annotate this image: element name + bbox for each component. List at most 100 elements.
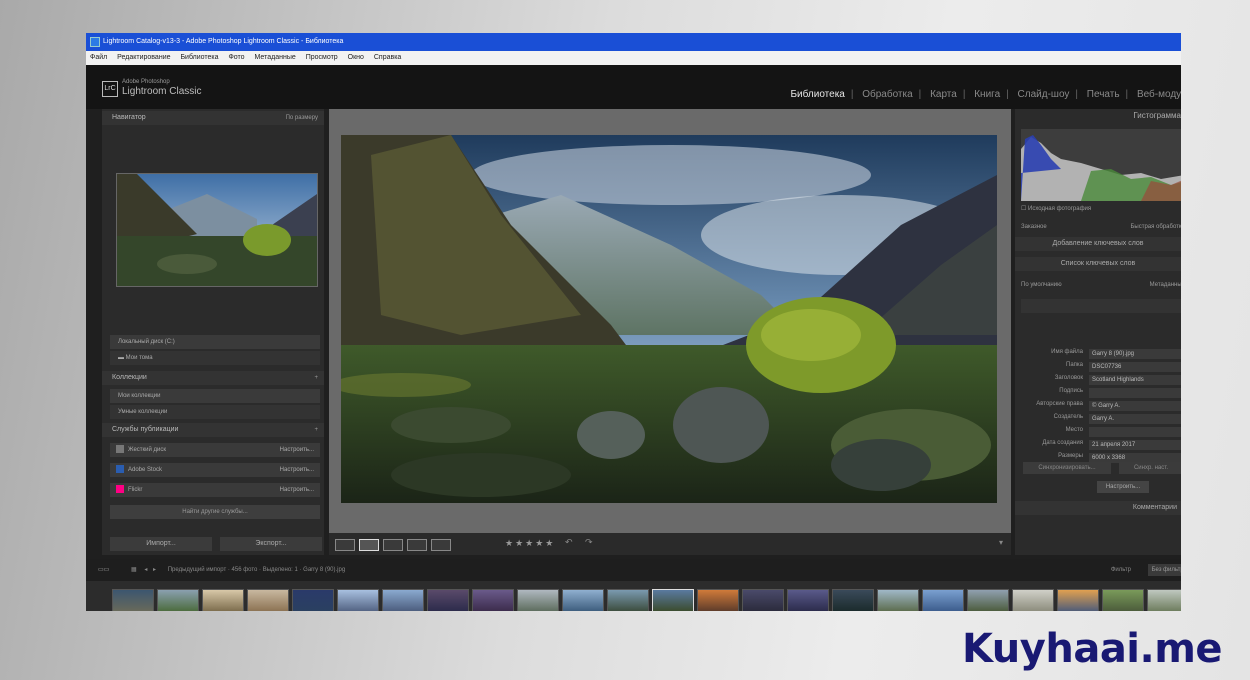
rotate-left-icon[interactable]: ↶: [565, 537, 573, 548]
service-setup[interactable]: Настроить...: [280, 483, 314, 497]
filmstrip-thumbnail[interactable]: [337, 589, 379, 611]
metadata-value[interactable]: Scotland Highlands: [1089, 375, 1181, 385]
filmstrip-source[interactable]: Предыдущий импорт · 456 фото · Выделено:…: [168, 567, 345, 573]
menu-file[interactable]: Файл: [90, 54, 107, 61]
filmstrip-thumbnail[interactable]: [1102, 589, 1144, 611]
rating-stars[interactable]: ★★★★★: [505, 538, 555, 549]
folder-volume-row[interactable]: Локальный диск (C:): [110, 335, 320, 349]
main-photo[interactable]: [341, 135, 997, 503]
grid-view-button[interactable]: [335, 539, 355, 551]
filmstrip-thumbnail[interactable]: [607, 589, 649, 611]
metadata-value[interactable]: Garry 8 (90).jpg: [1089, 349, 1181, 359]
menu-metadata[interactable]: Метаданные: [255, 54, 296, 61]
filmstrip-thumbnail[interactable]: [1012, 589, 1054, 611]
filmstrip-thumbnail[interactable]: [157, 589, 199, 611]
compare-view-button[interactable]: [383, 539, 403, 551]
metadata-row: Заголовок Scotland Highlands: [1021, 375, 1181, 388]
service-row-adobe-stock[interactable]: Adobe Stock Настроить...: [110, 463, 320, 477]
filmstrip-thumbnail[interactable]: [382, 589, 424, 611]
original-photo-toggle[interactable]: ☐ Исходная фотография: [1021, 203, 1181, 215]
quick-develop-row[interactable]: Заказное Быстрая обработка: [1021, 221, 1181, 233]
smart-collection-row[interactable]: Умные коллекции: [110, 405, 320, 419]
landscape-image: [341, 135, 997, 503]
toolbar-menu-chevron-icon[interactable]: ▾: [999, 538, 1003, 547]
publish-services-header[interactable]: Службы публикации +: [102, 423, 324, 437]
module-book[interactable]: Книга: [974, 89, 1000, 100]
menu-view[interactable]: Просмотр: [306, 54, 338, 61]
filmstrip-thumbnail[interactable]: [1147, 589, 1181, 611]
metadata-style-row[interactable]: [1021, 299, 1181, 313]
metadata-preset[interactable]: По умолчанию: [1021, 282, 1062, 288]
grid-icon[interactable]: ▦: [131, 567, 137, 573]
menu-library[interactable]: Библиотека: [180, 54, 218, 61]
metadata-value[interactable]: 21 апреля 2017: [1089, 440, 1181, 450]
menu-help[interactable]: Справка: [374, 54, 401, 61]
comments-panel-header[interactable]: Комментарии: [1015, 501, 1181, 515]
metadata-value[interactable]: [1089, 427, 1181, 437]
filmstrip-thumbnail[interactable]: [967, 589, 1009, 611]
service-setup[interactable]: Настроить...: [280, 463, 314, 477]
add-service-icon[interactable]: +: [314, 423, 318, 437]
filmstrip-thumbnail[interactable]: [922, 589, 964, 611]
filmstrip-thumbnail[interactable]: [1057, 589, 1099, 611]
import-export-bar: Импорт... Экспорт...: [110, 537, 322, 551]
module-print[interactable]: Печать: [1087, 89, 1120, 100]
service-row-harddrive[interactable]: Жесткий диск Настроить...: [110, 443, 320, 457]
module-web[interactable]: Веб-модуль: [1137, 89, 1181, 100]
module-develop[interactable]: Обработка: [862, 89, 912, 100]
people-view-button[interactable]: [431, 539, 451, 551]
module-slideshow[interactable]: Слайд-шоу: [1018, 89, 1070, 100]
survey-view-button[interactable]: [407, 539, 427, 551]
sync-button[interactable]: Синхронизировать...: [1023, 462, 1111, 474]
filmstrip-thumbnail[interactable]: [472, 589, 514, 611]
filmstrip-thumbnail[interactable]: [697, 589, 739, 611]
collections-header[interactable]: Коллекции +: [102, 371, 324, 385]
menu-photo[interactable]: Фото: [228, 54, 244, 61]
metadata-value[interactable]: DSC07736: [1089, 362, 1181, 372]
filmstrip-thumbnail[interactable]: [427, 589, 469, 611]
module-library[interactable]: Библиотека: [790, 89, 844, 100]
back-arrow-icon[interactable]: ◂: [144, 567, 147, 573]
filter-dropdown[interactable]: Без фильтра: [1147, 564, 1181, 576]
brand: Adobe Photoshop Lightroom Classic: [122, 79, 201, 97]
keywording-panel-header[interactable]: Добавление ключевых слов: [1015, 237, 1181, 251]
filmstrip-thumbnail[interactable]: [562, 589, 604, 611]
filmstrip-thumbnail[interactable]: [877, 589, 919, 611]
rotate-right-icon[interactable]: ↷: [585, 537, 593, 548]
add-collection-icon[interactable]: +: [314, 371, 318, 385]
menu-window[interactable]: Окно: [348, 54, 364, 61]
menu-edit[interactable]: Редактирование: [117, 54, 170, 61]
service-row-flickr[interactable]: Flickr Настроить...: [110, 483, 320, 497]
navigator-thumbnail[interactable]: [116, 173, 318, 287]
forward-arrow-icon[interactable]: ▸: [153, 567, 156, 573]
metadata-header[interactable]: По умолчанию Метаданные: [1021, 279, 1181, 291]
customize-metadata-button[interactable]: Настроить...: [1097, 481, 1149, 493]
filmstrip-thumbnail[interactable]: [787, 589, 829, 611]
filmstrip-thumbnail[interactable]: [742, 589, 784, 611]
saved-preset-label: Заказное: [1021, 224, 1047, 230]
service-setup[interactable]: Настроить...: [280, 443, 314, 457]
module-map[interactable]: Карта: [930, 89, 957, 100]
filmstrip-thumbnail[interactable]: [292, 589, 334, 611]
filmstrip-thumbnail[interactable]: [202, 589, 244, 611]
filmstrip-thumbnail-selected[interactable]: [652, 589, 694, 611]
export-button[interactable]: Экспорт...: [220, 537, 322, 551]
collection-set-row[interactable]: Мои коллекции: [110, 389, 320, 403]
metadata-value[interactable]: © Garry A.: [1089, 401, 1181, 411]
metadata-row: Имя файла Garry 8 (90).jpg: [1021, 349, 1181, 362]
filmstrip-thumbnail[interactable]: [247, 589, 289, 611]
find-more-services-button[interactable]: Найти другие службы...: [110, 505, 320, 519]
navigator-zoom[interactable]: По размеру: [286, 111, 318, 125]
second-window-icon[interactable]: ▭▭: [98, 567, 109, 573]
folder-row[interactable]: ▬ Мои тома: [110, 351, 320, 365]
sync-settings-button[interactable]: Синхр. наст.: [1119, 462, 1181, 474]
navigator-header[interactable]: Навигатор По размеру: [102, 111, 324, 125]
filmstrip-thumbnail[interactable]: [517, 589, 559, 611]
filmstrip-thumbnail[interactable]: [112, 589, 154, 611]
loupe-view-button[interactable]: [359, 539, 379, 551]
metadata-value[interactable]: [1089, 388, 1181, 398]
filmstrip-thumbnail[interactable]: [832, 589, 874, 611]
keyword-list-panel-header[interactable]: Список ключевых слов: [1015, 257, 1181, 271]
metadata-value[interactable]: Garry A.: [1089, 414, 1181, 424]
import-button[interactable]: Импорт...: [110, 537, 212, 551]
